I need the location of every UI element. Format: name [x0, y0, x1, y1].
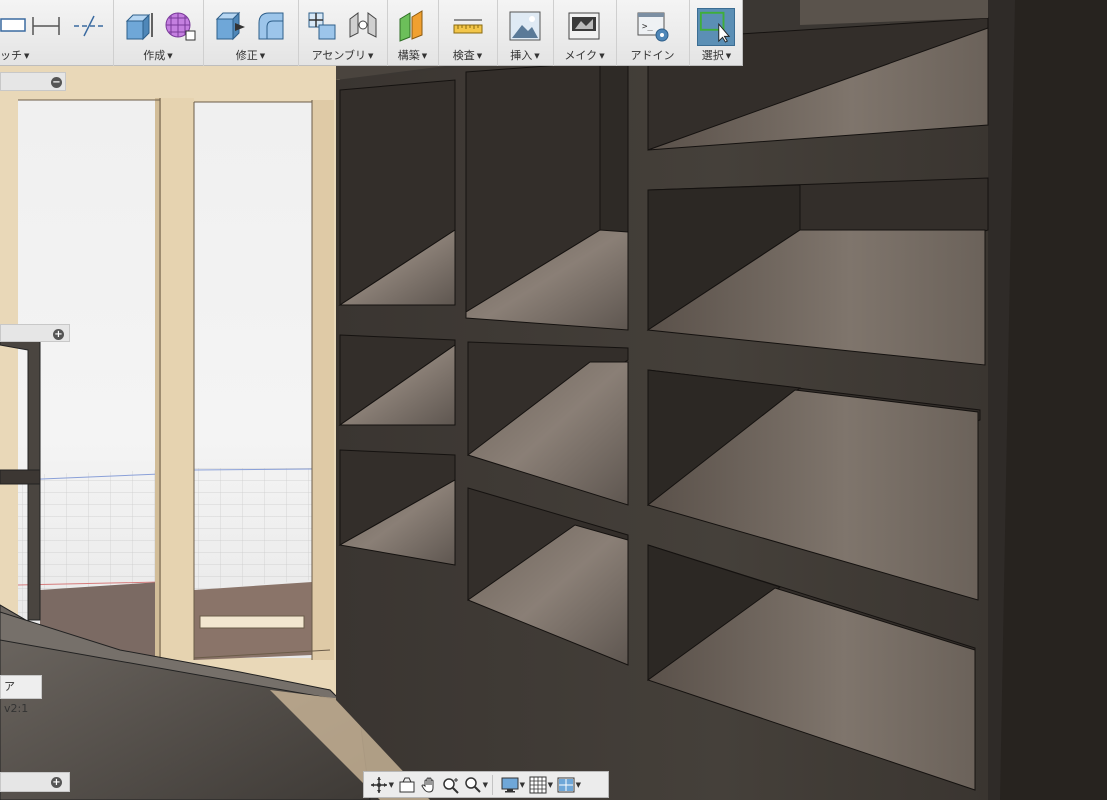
comments-panel-header: +: [0, 324, 70, 342]
insert-image-icon[interactable]: [508, 9, 542, 43]
svg-text:>_: >_: [642, 22, 653, 32]
inspect-label[interactable]: 検査 ▼: [439, 47, 496, 63]
navigation-bar: ▼ ▼ ▼ ▼ ▼: [363, 771, 609, 798]
collapse-icon[interactable]: −: [51, 77, 62, 88]
create-label[interactable]: 作成 ▼: [114, 47, 202, 63]
orbit-icon[interactable]: ▼: [368, 774, 394, 796]
3d-viewport[interactable]: [0, 0, 1107, 800]
sketch-label[interactable]: ッチ ▼: [0, 47, 30, 63]
modify-label[interactable]: 修正 ▼: [204, 47, 297, 63]
modify-section: 修正 ▼: [203, 0, 297, 66]
assemble-section: アセンブリ ▼: [298, 0, 386, 66]
sketch-dimension-icon[interactable]: [29, 9, 63, 43]
fit-icon[interactable]: ▼: [462, 774, 488, 796]
expand-icon[interactable]: +: [53, 329, 64, 340]
look-at-icon[interactable]: [396, 774, 418, 796]
select-label[interactable]: 選択 ▼: [690, 47, 743, 63]
create-sketch-icon[interactable]: [0, 9, 26, 43]
insert-label[interactable]: 挿入 ▼: [498, 47, 552, 63]
select-section: 選択 ▼: [689, 0, 743, 66]
construct-label[interactable]: 構築 ▼: [388, 47, 437, 63]
pan-icon[interactable]: [418, 774, 440, 796]
ribbon-toolbar: ッチ ▼ 作成 ▼ 修正 ▼ アセンブリ ▼ 構築 ▼ 検査 ▼ 挿入 ▼ メイ…: [0, 0, 743, 66]
display-settings-icon[interactable]: ▼: [499, 774, 525, 796]
zoom-icon[interactable]: [440, 774, 462, 796]
sketch-section: ッチ ▼: [0, 0, 112, 66]
measure-icon[interactable]: [451, 9, 485, 43]
3d-print-icon[interactable]: [567, 9, 601, 43]
scripts-addins-icon[interactable]: >_: [636, 9, 670, 43]
construction-line-icon[interactable]: [72, 9, 106, 43]
browser-panel-header: −: [0, 72, 66, 91]
joint-icon[interactable]: [346, 9, 380, 43]
bottom-panel-header: +: [0, 772, 70, 792]
navbar-separator: [492, 774, 493, 795]
grid-settings-icon[interactable]: ▼: [527, 774, 553, 796]
assemble-label[interactable]: アセンブリ ▼: [299, 47, 386, 63]
inspect-section: 検査 ▼: [438, 0, 496, 66]
fillet-icon[interactable]: [255, 9, 289, 43]
form-icon[interactable]: [162, 9, 196, 43]
construct-section: 構築 ▼: [387, 0, 437, 66]
new-component-icon[interactable]: [305, 9, 339, 43]
addins-label[interactable]: アドイン: [617, 47, 688, 63]
viewports-icon[interactable]: ▼: [555, 774, 581, 796]
addins-section: >_ アドイン: [616, 0, 688, 66]
make-label[interactable]: メイク ▼: [554, 47, 615, 63]
extrude-icon[interactable]: [121, 9, 155, 43]
select-icon[interactable]: [697, 8, 735, 46]
offset-plane-icon[interactable]: [396, 9, 430, 43]
make-section: メイク ▼: [553, 0, 615, 66]
version-badge: ア v2:1: [0, 675, 42, 715]
create-section: 作成 ▼: [113, 0, 202, 66]
insert-section: 挿入 ▼: [497, 0, 552, 66]
press-pull-icon[interactable]: [213, 9, 247, 43]
expand-bottom-icon[interactable]: +: [51, 777, 62, 788]
